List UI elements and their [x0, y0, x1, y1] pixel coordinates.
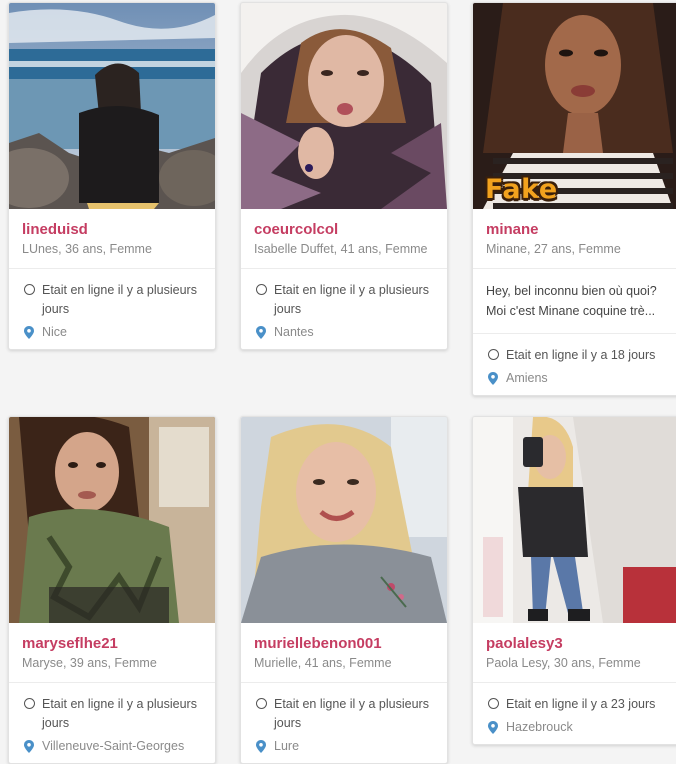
profile-card[interactable]: paolalesy3 Paola Lesy, 30 ans, Femme Eta…: [472, 416, 676, 745]
online-status-text: Etait en ligne il y a 18 jours: [506, 348, 656, 362]
profile-username[interactable]: muriellebenon001: [254, 635, 434, 653]
online-status: Etait en ligne il y a plusieurs jours: [22, 281, 202, 319]
online-status: Etait en ligne il y a plusieurs jours: [254, 695, 434, 733]
online-status: Etait en ligne il y a 23 jours: [486, 695, 670, 714]
profile-username[interactable]: coeurcolcol: [254, 221, 434, 239]
status-circle-icon: [24, 284, 35, 295]
profile-details: Paola Lesy, 30 ans, Femme: [486, 656, 641, 670]
location: Nice: [22, 325, 202, 339]
profile-photo[interactable]: [241, 417, 447, 623]
profile-card[interactable]: coeurcolcol Isabelle Duffet, 41 ans, Fem…: [240, 2, 448, 350]
profile-photo[interactable]: [241, 3, 447, 209]
profile-photo[interactable]: [9, 3, 215, 209]
online-status: Etait en ligne il y a plusieurs jours: [254, 281, 434, 319]
location: Hazebrouck: [486, 720, 670, 734]
fake-badge: Fake: [485, 174, 558, 205]
profile-photo[interactable]: [9, 417, 215, 623]
location: Amiens: [486, 371, 670, 385]
profile-card[interactable]: lineduisd LUnes, 36 ans, Femme Etait en …: [8, 2, 216, 350]
map-pin-icon: [256, 325, 266, 339]
location-text: Amiens: [506, 371, 548, 385]
location: Lure: [254, 739, 434, 753]
profile-photo[interactable]: Fake: [473, 3, 676, 209]
location-text: Nice: [42, 325, 68, 339]
location-text: Nantes: [274, 325, 314, 339]
profile-username[interactable]: lineduisd: [22, 221, 202, 239]
status-circle-icon: [256, 698, 267, 709]
online-status-text: Etait en ligne il y a plusieurs jours: [42, 283, 197, 316]
profile-username[interactable]: paolalesy3: [486, 635, 670, 653]
profile-username[interactable]: minane: [486, 221, 670, 239]
profile-details: LUnes, 36 ans, Femme: [22, 242, 152, 256]
online-status: Etait en ligne il y a 18 jours: [486, 346, 670, 365]
online-status: Etait en ligne il y a plusieurs jours: [22, 695, 202, 733]
online-status-text: Etait en ligne il y a 23 jours: [506, 697, 656, 711]
online-status-text: Etait en ligne il y a plusieurs jours: [274, 283, 429, 316]
location: Villeneuve-Saint-Georges: [22, 739, 202, 753]
status-circle-icon: [256, 284, 267, 295]
profile-card[interactable]: muriellebenon001 Murielle, 41 ans, Femme…: [240, 416, 448, 764]
profile-card[interactable]: Fake minane Minane, 27 ans, Femme Hey, b…: [472, 2, 676, 396]
map-pin-icon: [488, 371, 498, 385]
map-pin-icon: [256, 739, 266, 753]
profile-details: Isabelle Duffet, 41 ans, Femme: [254, 242, 428, 256]
location: Nantes: [254, 325, 434, 339]
profile-details: Maryse, 39 ans, Femme: [22, 656, 157, 670]
online-status-text: Etait en ligne il y a plusieurs jours: [274, 697, 429, 730]
message-line: Moi c'est Minane coquine trè...: [486, 304, 656, 318]
map-pin-icon: [24, 325, 34, 339]
status-circle-icon: [488, 698, 499, 709]
profile-photo[interactable]: [473, 417, 676, 623]
map-pin-icon: [24, 739, 34, 753]
map-pin-icon: [488, 720, 498, 734]
profile-username[interactable]: maryseflhe21: [22, 635, 202, 653]
online-status-text: Etait en ligne il y a plusieurs jours: [42, 697, 197, 730]
location-text: Lure: [274, 739, 300, 753]
location-text: Hazebrouck: [506, 720, 573, 734]
profile-card[interactable]: maryseflhe21 Maryse, 39 ans, Femme Etait…: [8, 416, 216, 764]
status-circle-icon: [24, 698, 35, 709]
profile-details: Murielle, 41 ans, Femme: [254, 656, 392, 670]
profile-message: Hey, bel inconnu bien où quoi? Moi c'est…: [473, 269, 676, 334]
profile-details: Minane, 27 ans, Femme: [486, 242, 621, 256]
location-text: Villeneuve-Saint-Georges: [42, 739, 185, 753]
status-circle-icon: [488, 349, 499, 360]
message-line: Hey, bel inconnu bien où quoi?: [486, 284, 657, 298]
